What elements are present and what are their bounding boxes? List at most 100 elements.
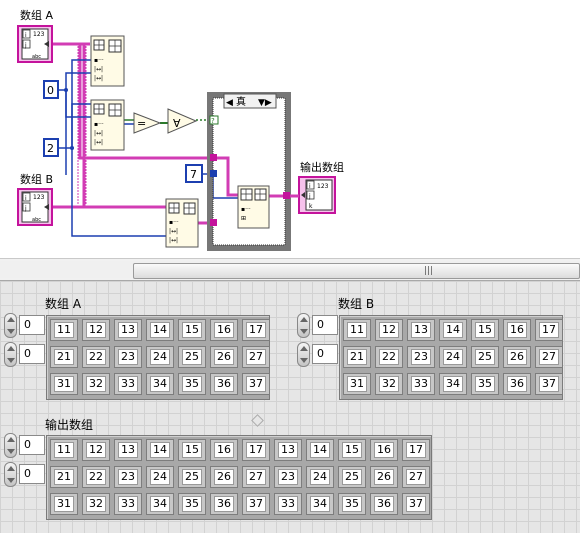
array-cell-value[interactable]: 23: [278, 469, 298, 485]
array-cell[interactable]: 13: [114, 319, 142, 341]
array-cell[interactable]: 15: [471, 319, 499, 341]
array-cell[interactable]: 36: [210, 493, 238, 515]
array-cell-value[interactable]: 35: [182, 496, 202, 512]
array-cell-value[interactable]: 23: [118, 469, 138, 485]
array-cell-value[interactable]: 22: [86, 469, 106, 485]
array-cell[interactable]: 35: [471, 373, 499, 395]
array-cell-value[interactable]: 36: [214, 376, 234, 392]
array-cell-value[interactable]: 31: [54, 496, 74, 512]
array-cell-value[interactable]: 14: [443, 322, 463, 338]
array-cell[interactable]: 32: [375, 373, 403, 395]
array-cell-value[interactable]: 24: [150, 349, 170, 365]
array-cell-value[interactable]: 34: [310, 496, 330, 512]
array-cell[interactable]: 22: [375, 346, 403, 368]
increment-decrement-icon[interactable]: [4, 313, 17, 338]
array-cell-value[interactable]: 15: [475, 322, 495, 338]
array-cell-value[interactable]: 37: [406, 496, 426, 512]
array-cell[interactable]: 24: [146, 466, 174, 488]
array-cell-value[interactable]: 22: [379, 349, 399, 365]
array-cell[interactable]: 11: [50, 319, 78, 341]
array-cell-value[interactable]: 12: [379, 322, 399, 338]
array-cell-value[interactable]: 34: [443, 376, 463, 392]
array-cell[interactable]: 25: [178, 346, 206, 368]
array-cell-value[interactable]: 15: [182, 442, 202, 458]
equal-comparison-node[interactable]: =: [133, 112, 162, 134]
array-cell-value[interactable]: 15: [182, 322, 202, 338]
array-cell-value[interactable]: 34: [150, 496, 170, 512]
array-cell[interactable]: 17: [402, 439, 430, 461]
increment-decrement-icon[interactable]: [297, 313, 310, 338]
array-cell[interactable]: 34: [439, 373, 467, 395]
array-cell[interactable]: 13: [274, 439, 302, 461]
array-b-row-index-value[interactable]: 0: [312, 315, 338, 335]
and-array-elements-node[interactable]: ∀: [167, 108, 198, 134]
array-cell[interactable]: 16: [210, 439, 238, 461]
array-cell-value[interactable]: 17: [406, 442, 426, 458]
array-cell[interactable]: 34: [306, 493, 334, 515]
array-cell-value[interactable]: 34: [150, 376, 170, 392]
array-b-col-index-value[interactable]: 0: [312, 344, 338, 364]
array-cell-value[interactable]: 25: [475, 349, 495, 365]
array-cell[interactable]: 26: [503, 346, 531, 368]
array-cell[interactable]: 27: [402, 466, 430, 488]
array-cell-value[interactable]: 32: [86, 496, 106, 512]
array-cell-value[interactable]: 27: [539, 349, 559, 365]
array-cell[interactable]: 31: [343, 373, 371, 395]
array-cell[interactable]: 21: [343, 346, 371, 368]
array-cell[interactable]: 33: [274, 493, 302, 515]
array-cell[interactable]: 25: [178, 466, 206, 488]
array-cell[interactable]: 21: [50, 346, 78, 368]
array-cell[interactable]: 16: [370, 439, 398, 461]
array-cell-value[interactable]: 35: [342, 496, 362, 512]
array-cell[interactable]: 14: [306, 439, 334, 461]
array-cell-value[interactable]: 35: [475, 376, 495, 392]
array-cell[interactable]: 36: [503, 373, 531, 395]
array-cell[interactable]: 26: [370, 466, 398, 488]
array-cell[interactable]: 14: [146, 319, 174, 341]
array-cell-value[interactable]: 16: [214, 442, 234, 458]
array-cell[interactable]: 34: [146, 493, 174, 515]
array-cell[interactable]: 31: [50, 373, 78, 395]
array-cell-value[interactable]: 21: [54, 469, 74, 485]
array-cell-value[interactable]: 37: [246, 496, 266, 512]
array-cell-value[interactable]: 33: [118, 376, 138, 392]
array-cell[interactable]: 23: [274, 466, 302, 488]
array-cell-value[interactable]: 32: [379, 376, 399, 392]
array-cell-value[interactable]: 36: [374, 496, 394, 512]
array-cell-value[interactable]: 13: [118, 442, 138, 458]
array-cell[interactable]: 17: [242, 319, 270, 341]
array-cell[interactable]: 25: [338, 466, 366, 488]
array-cell[interactable]: 23: [114, 346, 142, 368]
array-cell-value[interactable]: 24: [150, 469, 170, 485]
array-cell[interactable]: 24: [306, 466, 334, 488]
array-cell-value[interactable]: 32: [86, 376, 106, 392]
array-cell-value[interactable]: 33: [278, 496, 298, 512]
array-cell-value[interactable]: 25: [182, 469, 202, 485]
increment-decrement-icon[interactable]: [4, 462, 17, 487]
array-cell-value[interactable]: 26: [507, 349, 527, 365]
array-cell-value[interactable]: 23: [411, 349, 431, 365]
panel-splitter[interactable]: |||: [0, 258, 580, 281]
output-array-row-index-value[interactable]: 0: [19, 435, 45, 455]
array-cell[interactable]: 22: [82, 346, 110, 368]
array-cell[interactable]: 37: [242, 493, 270, 515]
array-cell-value[interactable]: 36: [507, 376, 527, 392]
array-cell[interactable]: 14: [146, 439, 174, 461]
array-cell-value[interactable]: 16: [507, 322, 527, 338]
array-cell[interactable]: 33: [114, 373, 142, 395]
array-cell-value[interactable]: 11: [347, 322, 367, 338]
output-array-terminal[interactable]: i j k 123: [298, 176, 336, 214]
increment-decrement-icon[interactable]: [297, 342, 310, 367]
array-cell-value[interactable]: 27: [406, 469, 426, 485]
array-cell-value[interactable]: 22: [86, 349, 106, 365]
array-cell[interactable]: 15: [338, 439, 366, 461]
array-a-row-index-value[interactable]: 0: [19, 315, 45, 335]
array-cell[interactable]: 13: [114, 439, 142, 461]
array-cell[interactable]: 34: [146, 373, 174, 395]
array-cell-value[interactable]: 25: [342, 469, 362, 485]
array-cell-value[interactable]: 13: [118, 322, 138, 338]
array-subset-node-top[interactable]: ▪··· |↔| |↔|: [90, 35, 125, 87]
array-cell[interactable]: 16: [210, 319, 238, 341]
array-cell[interactable]: 37: [242, 373, 270, 395]
array-cell[interactable]: 11: [50, 439, 78, 461]
